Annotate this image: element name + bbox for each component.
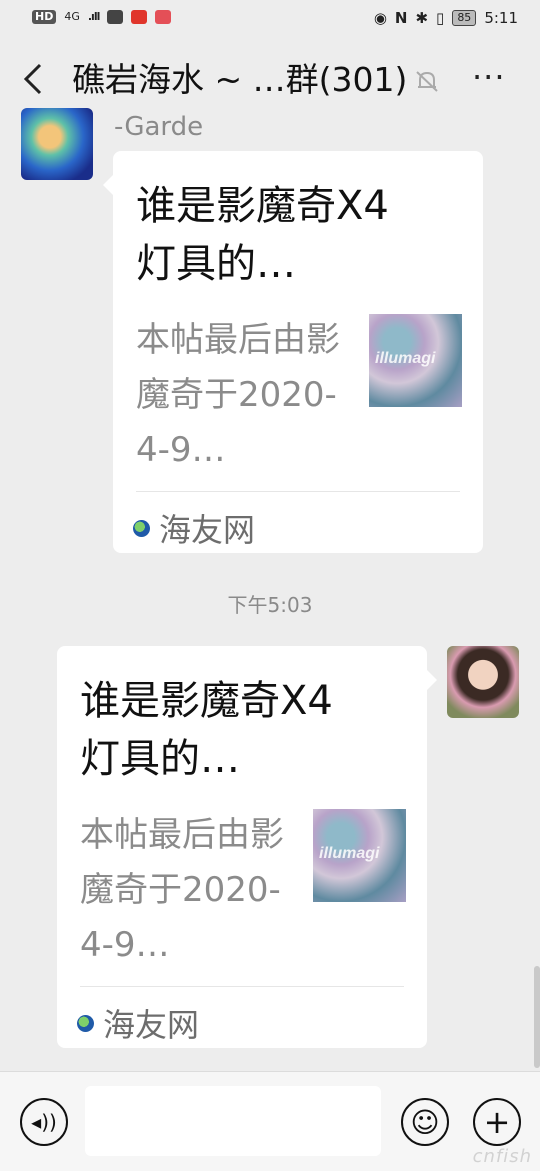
thumbnail-brand: illumagi <box>319 845 380 862</box>
nfc-icon: N <box>394 9 408 27</box>
emoji-icon[interactable]: ☺ <box>401 1098 449 1146</box>
app-notification-icon <box>155 10 172 24</box>
source-label: 海友网 <box>103 1006 200 1044</box>
card-thumbnail: illumagi <box>313 809 406 902</box>
card-source: 海友网 <box>77 1000 199 1046</box>
divider <box>80 986 404 987</box>
thumbnail-brand: illumagi <box>375 350 436 367</box>
voice-icon[interactable]: ◂)) <box>20 1098 68 1146</box>
status-bar: HD 4G .ıll ◉ N ✱ ▯ 85 5:11 <box>0 0 540 38</box>
divider <box>136 491 460 492</box>
card-title: 谁是影魔奇X4灯具的… <box>136 183 389 287</box>
chat-title[interactable]: 礁岩海水 ~ …群(301) <box>72 60 407 100</box>
watermark: cnfish <box>472 1146 532 1167</box>
eye-icon: ◉ <box>373 9 387 27</box>
card-title: 谁是影魔奇X4灯具的… <box>80 678 333 782</box>
card-description: 本帖最后由影魔奇于2020-4-9… <box>80 815 284 965</box>
hd-badge: HD <box>32 10 57 24</box>
plus-icon[interactable]: + <box>473 1098 521 1146</box>
link-card[interactable]: 谁是影魔奇X4灯具的… 本帖最后由影魔奇于2020-4-9… illumagi … <box>103 151 483 553</box>
battery-indicator: 85 <box>452 10 477 26</box>
bell-muted-icon <box>414 68 440 94</box>
card-description: 本帖最后由影魔奇于2020-4-9… <box>136 320 340 470</box>
source-label: 海友网 <box>159 511 256 549</box>
avatar[interactable] <box>21 108 93 180</box>
message-timestamp: 下午5:03 <box>227 593 313 617</box>
site-logo-icon <box>77 1014 94 1032</box>
signal-icon: .ıll <box>87 10 100 23</box>
scrollbar[interactable] <box>534 966 540 1068</box>
site-logo-icon <box>133 519 150 537</box>
more-icon[interactable]: ··· <box>472 58 506 96</box>
network-type: 4G <box>64 10 80 23</box>
input-bar: ◂)) ☺ + cnfish <box>0 1071 540 1171</box>
vibrate-icon: ▯ <box>436 9 445 27</box>
avatar[interactable] <box>447 646 519 718</box>
link-card[interactable]: 谁是影魔奇X4灯具的… 本帖最后由影魔奇于2020-4-9… illumagi … <box>57 646 437 1048</box>
bluetooth-icon: ✱ <box>415 9 429 27</box>
app-notification-icon <box>131 10 148 24</box>
clock: 5:11 <box>484 9 518 27</box>
app-notification-icon <box>107 10 124 24</box>
message-input[interactable] <box>85 1086 381 1156</box>
back-arrow-icon[interactable] <box>22 62 44 102</box>
sender-name: -Garde <box>114 112 204 142</box>
card-source: 海友网 <box>133 505 255 551</box>
card-thumbnail: illumagi <box>369 314 462 407</box>
